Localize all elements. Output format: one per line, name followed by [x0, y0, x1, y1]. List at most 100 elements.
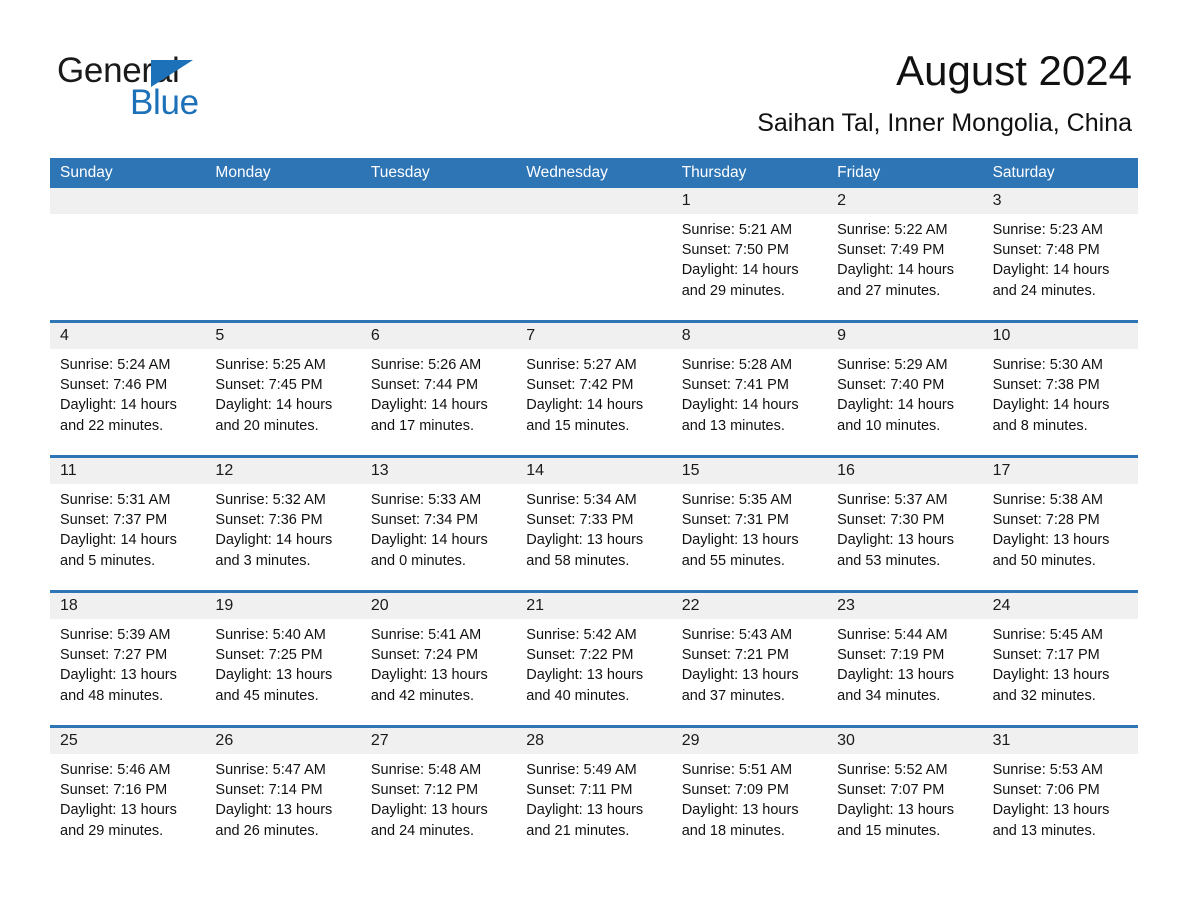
day-number-band: 19 — [205, 593, 361, 619]
calendar-day-cell[interactable]: 4 Sunrise: 5:24 AM Sunset: 7:46 PM Daylight… — [50, 323, 206, 455]
calendar-day-cell[interactable]: 21 Sunrise: 5:42 AM Sunset: 7:22 PM Dayligh… — [516, 593, 672, 725]
day-number: 20 — [370, 597, 389, 614]
day-number-band: 21 — [516, 593, 672, 619]
calendar-day-cell[interactable]: 16 Sunrise: 5:37 AM Sunset: 7:30 PM Dayligh… — [827, 458, 983, 590]
calendar-day-cell[interactable]: 20 Sunrise: 5:41 AM Sunset: 7:24 PM Dayligh… — [360, 593, 517, 725]
day-details: Sunrise: 5:41 AM Sunset: 7:24 PM Daylight:… — [361, 619, 516, 706]
calendar-day-cell[interactable]: 5 Sunrise: 5:25 AM Sunset: 7:45 PM Daylight… — [205, 323, 361, 455]
day-number: 6 — [370, 327, 380, 344]
sunrise-text: Sunrise: 5:43 AM — [681, 627, 793, 643]
daylight-text-line1: Daylight: 14 hours — [837, 262, 955, 279]
day-details: Sunrise: 5:45 AM Sunset: 7:17 PM Daylight:… — [983, 619, 1138, 706]
daylight-text-line1: Daylight: 13 hours — [526, 802, 644, 819]
sunrise-text: Sunrise: 5:27 AM — [526, 357, 637, 373]
sunrise-text: Sunrise: 5:26 AM — [370, 357, 482, 373]
day-number: 25 — [60, 732, 78, 749]
daylight-text-line1: Daylight: 14 hours — [681, 262, 799, 279]
page-title: August 2024 — [896, 47, 1132, 94]
daylight-text-line2: and 29 minutes. — [60, 822, 164, 839]
general-blue-logo[interactable]: General Blue — [57, 52, 317, 124]
day-number-band: 23 — [827, 593, 983, 619]
weekday-header-friday: Friday — [837, 164, 881, 181]
sunrise-text: Sunrise: 5:29 AM — [837, 357, 948, 373]
day-details: Sunrise: 5:46 AM Sunset: 7:16 PM Daylight:… — [50, 754, 205, 841]
day-details: Sunrise: 5:33 AM Sunset: 7:34 PM Daylight:… — [361, 484, 516, 571]
calendar-day-cell[interactable]: 7 Sunrise: 5:27 AM Sunset: 7:42 PM Daylight… — [516, 323, 672, 455]
calendar-day-cell[interactable]: 25 Sunrise: 5:46 AM Sunset: 7:16 PM Dayligh… — [50, 728, 206, 860]
daylight-text-line1: Daylight: 14 hours — [526, 397, 644, 414]
calendar-day-cell[interactable]: 1 Sunrise: 5:21 AM Sunset: 7:50 PM Daylight… — [671, 188, 828, 320]
calendar-day-cell[interactable]: 6 Sunrise: 5:26 AM Sunset: 7:44 PM Daylight… — [360, 323, 517, 455]
sunset-text: Sunset: 7:38 PM — [992, 377, 1100, 394]
calendar-table: Sunday Monday Tuesday Wednesday Thursday Frid… — [50, 158, 1138, 860]
daylight-text-line1: Daylight: 13 hours — [681, 532, 799, 549]
weekday-header-row: Sunday Monday Tuesday Wednesday Thursday Frid… — [50, 158, 1138, 188]
day-number: 16 — [837, 462, 855, 479]
day-details: Sunrise: 5:40 AM Sunset: 7:25 PM Daylight:… — [205, 619, 360, 706]
calendar-day-cell[interactable]: 22 Sunrise: 5:43 AM Sunset: 7:21 PM Dayligh… — [671, 593, 828, 725]
day-number-band: 15 — [671, 458, 828, 484]
calendar-day-cell[interactable]: 28 Sunrise: 5:49 AM Sunset: 7:11 PM Dayligh… — [516, 728, 672, 860]
calendar-day-cell[interactable]: 26 Sunrise: 5:47 AM Sunset: 7:14 PM Dayligh… — [205, 728, 361, 860]
calendar-day-cell[interactable]: 9 Sunrise: 5:29 AM Sunset: 7:40 PM Daylight… — [827, 323, 983, 455]
sunset-text: Sunset: 7:49 PM — [837, 242, 945, 259]
calendar-day-cell-empty[interactable] — [205, 188, 361, 320]
calendar-week-row: 18 Sunrise: 5:39 AM Sunset: 7:27 PM Dayligh… — [50, 590, 1138, 725]
daylight-text-line2: and 8 minutes. — [992, 417, 1088, 434]
daylight-text-line2: and 24 minutes. — [992, 282, 1096, 299]
calendar-day-cell[interactable]: 13 Sunrise: 5:33 AM Sunset: 7:34 PM Dayligh… — [360, 458, 517, 590]
daylight-text-line2: and 21 minutes. — [526, 822, 630, 839]
day-number-band: 7 — [516, 323, 672, 349]
calendar-day-cell-empty[interactable] — [50, 188, 206, 320]
calendar-day-cell[interactable]: 3 Sunrise: 5:23 AM Sunset: 7:48 PM Daylight… — [982, 188, 1138, 320]
calendar-day-cell[interactable]: 12 Sunrise: 5:32 AM Sunset: 7:36 PM Dayligh… — [205, 458, 361, 590]
calendar-day-cell[interactable]: 15 Sunrise: 5:35 AM Sunset: 7:31 PM Dayligh… — [671, 458, 828, 590]
day-number: 12 — [215, 462, 234, 479]
calendar-day-cell[interactable]: 14 Sunrise: 5:34 AM Sunset: 7:33 PM Dayligh… — [516, 458, 672, 590]
day-number-band — [360, 188, 517, 214]
calendar-day-cell[interactable]: 24 Sunrise: 5:45 AM Sunset: 7:17 PM Dayligh… — [982, 593, 1138, 725]
sunrise-text: Sunrise: 5:32 AM — [215, 492, 326, 508]
calendar-day-cell[interactable]: 29 Sunrise: 5:51 AM Sunset: 7:09 PM Dayligh… — [671, 728, 828, 860]
daylight-text-line2: and 42 minutes. — [370, 687, 475, 704]
calendar-day-cell[interactable]: 2 Sunrise: 5:22 AM Sunset: 7:49 PM Daylight… — [827, 188, 983, 320]
day-details: Sunrise: 5:23 AM Sunset: 7:48 PM Daylight:… — [983, 214, 1138, 301]
calendar-day-cell[interactable]: 8 Sunrise: 5:28 AM Sunset: 7:41 PM Daylight… — [671, 323, 828, 455]
sunrise-text: Sunrise: 5:46 AM — [60, 762, 171, 778]
day-details: Sunrise: 5:51 AM Sunset: 7:09 PM Daylight:… — [672, 754, 827, 841]
daylight-text-line1: Daylight: 14 hours — [992, 262, 1110, 279]
day-number-band: 17 — [982, 458, 1138, 484]
sunset-text: Sunset: 7:36 PM — [215, 512, 323, 529]
calendar-day-cell-empty[interactable] — [360, 188, 517, 320]
calendar-day-cell[interactable]: 18 Sunrise: 5:39 AM Sunset: 7:27 PM Dayligh… — [50, 593, 206, 725]
calendar-day-cell[interactable]: 10 Sunrise: 5:30 AM Sunset: 7:38 PM Dayligh… — [982, 323, 1138, 455]
calendar-day-cell[interactable]: 17 Sunrise: 5:38 AM Sunset: 7:28 PM Dayligh… — [982, 458, 1138, 590]
daylight-text-line1: Daylight: 13 hours — [837, 802, 955, 819]
day-number: 4 — [60, 327, 69, 344]
daylight-text-line1: Daylight: 13 hours — [992, 667, 1110, 684]
daylight-text-line1: Daylight: 13 hours — [215, 802, 333, 819]
daylight-text-line1: Daylight: 14 hours — [837, 397, 955, 414]
calendar-day-cell[interactable]: 19 Sunrise: 5:40 AM Sunset: 7:25 PM Dayligh… — [205, 593, 361, 725]
sunset-text: Sunset: 7:28 PM — [992, 512, 1100, 529]
calendar-day-cell[interactable]: 30 Sunrise: 5:52 AM Sunset: 7:07 PM Dayligh… — [827, 728, 983, 860]
day-details: Sunrise: 5:29 AM Sunset: 7:40 PM Daylight:… — [827, 349, 982, 436]
sunset-text: Sunset: 7:27 PM — [60, 647, 168, 664]
daylight-text-line1: Daylight: 13 hours — [681, 802, 799, 819]
calendar-day-cell[interactable]: 31 Sunrise: 5:53 AM Sunset: 7:06 PM Dayligh… — [982, 728, 1138, 860]
sunset-text: Sunset: 7:09 PM — [681, 782, 789, 799]
day-number: 24 — [992, 597, 1011, 614]
calendar-day-cell[interactable]: 11 Sunrise: 5:31 AM Sunset: 7:37 PM Dayligh… — [50, 458, 206, 590]
sunrise-text: Sunrise: 5:23 AM — [992, 222, 1103, 238]
calendar-day-cell[interactable]: 27 Sunrise: 5:48 AM Sunset: 7:12 PM Dayligh… — [360, 728, 517, 860]
sunrise-text: Sunrise: 5:31 AM — [60, 492, 171, 508]
daylight-text-line2: and 3 minutes. — [215, 552, 311, 569]
weekday-header-monday: Monday — [215, 164, 271, 181]
day-number-band: 11 — [50, 458, 206, 484]
calendar-day-cell[interactable]: 23 Sunrise: 5:44 AM Sunset: 7:19 PM Dayligh… — [827, 593, 983, 725]
calendar-week-row: 11 Sunrise: 5:31 AM Sunset: 7:37 PM Dayligh… — [50, 455, 1138, 590]
calendar-day-cell-empty[interactable] — [516, 188, 672, 320]
daylight-text-line2: and 22 minutes. — [60, 417, 164, 434]
sunset-text: Sunset: 7:16 PM — [60, 782, 168, 799]
weekday-header-sunday: Sunday — [60, 164, 113, 181]
